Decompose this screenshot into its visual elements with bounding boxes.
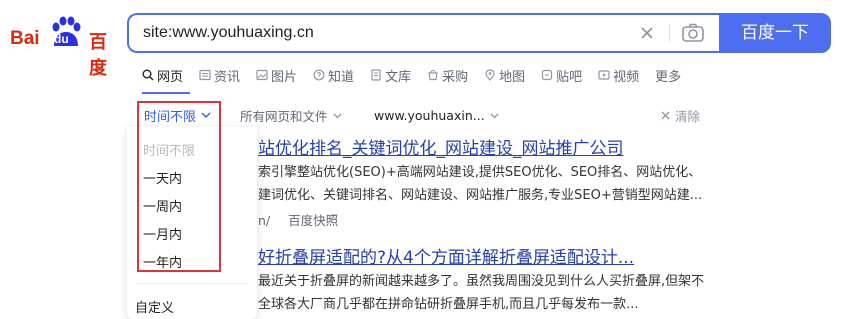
document-icon — [371, 69, 381, 81]
time-option-custom[interactable]: 自定义 — [135, 297, 174, 316]
search-box[interactable]: site:www.youhuaxing.cn — [127, 13, 721, 53]
clear-filters-label: 清除 — [675, 108, 701, 124]
tab-shopping[interactable]: 采购 — [427, 66, 469, 85]
logo-text-cn: 百度 — [89, 32, 107, 79]
result-url[interactable]: n/ — [258, 213, 270, 228]
site-filter-dropdown[interactable]: www.youhuaxin... — [374, 103, 500, 127]
search-button[interactable]: 百度一下 — [719, 13, 831, 53]
search-result: 站优化排名_关键词优化_网站建设_网站推广公司 索引擎整站优化(SEO)+高端网… — [258, 134, 718, 229]
result-snippet: 全球各大厂商几乎都在拼命钻研折叠屏手机,而且几乎每发布一款... — [258, 297, 639, 312]
question-icon — [313, 69, 325, 81]
location-icon — [485, 69, 495, 81]
snapshot-link[interactable]: 百度快照 — [288, 213, 338, 228]
scope-filter-dropdown[interactable]: 所有网页和文件 — [240, 103, 343, 127]
highlight-box — [137, 101, 221, 272]
tab-zhidao[interactable]: 知道 — [313, 66, 355, 85]
result-meta: n/ 百度快照 — [258, 210, 718, 229]
logo-text-du: du — [54, 32, 69, 46]
active-tab-indicator — [142, 92, 190, 94]
tab-images[interactable]: 图片 — [256, 66, 298, 85]
clear-filters-button[interactable]: 清除 — [660, 103, 700, 127]
video-icon — [598, 70, 610, 80]
site-filter-label: www.youhuaxin... — [374, 107, 485, 123]
tieba-icon — [542, 69, 553, 81]
tab-more[interactable]: 更多 — [655, 66, 682, 85]
tab-video[interactable]: 视频 — [598, 66, 640, 85]
clear-icon[interactable] — [637, 23, 657, 43]
tab-news[interactable]: 资讯 — [199, 66, 241, 85]
tab-label: 采购 — [442, 69, 469, 85]
result-snippet: 最近关于折叠屏的新闻越来越多了。虽然我周围没见到什么人买折叠屏,但架不 — [258, 274, 705, 289]
scope-filter-label: 所有网页和文件 — [240, 108, 328, 124]
search-tools-bar: 时间不限 所有网页和文件 www.youhuaxin... 清除 — [136, 103, 736, 127]
result-snippet: 索引擎整站优化(SEO)+高端网站建设,提供SEO优化、SEO排名、网站优化、 — [258, 165, 702, 180]
tab-label: 网页 — [157, 69, 184, 85]
search-divider — [669, 24, 670, 42]
tab-label: 图片 — [271, 69, 298, 85]
chevron-down-icon — [333, 113, 341, 118]
tab-label: 更多 — [655, 69, 682, 85]
tab-label: 地图 — [499, 69, 526, 85]
result-title-link[interactable]: 好折叠屏适配的?从4个方面详解折叠屏适配设计... — [258, 243, 718, 268]
tab-tieba[interactable]: 贴吧 — [541, 66, 583, 85]
tab-label: 知道 — [328, 69, 355, 85]
search-icon — [142, 69, 154, 81]
tab-web[interactable]: 网页 — [142, 66, 184, 85]
logo-text-bai: Bai — [10, 28, 40, 49]
result-snippet: 建词优化、关键词排名、网站建设、网站推广服务,专业SEO+营销型网站建... — [258, 188, 703, 203]
search-tabs: 网页 资讯 图片 知道 文库 采购 地图 贴吧 视频 更多 — [142, 66, 697, 85]
tab-label: 贴吧 — [556, 69, 583, 85]
chevron-down-icon — [490, 113, 499, 118]
news-icon — [199, 69, 211, 81]
tab-wenku[interactable]: 文库 — [370, 66, 412, 85]
tab-label: 视频 — [613, 69, 640, 85]
baidu-logo[interactable]: Bai du 百度 — [10, 12, 114, 79]
search-result: 好折叠屏适配的?从4个方面详解折叠屏适配设计... 最近关于折叠屏的新闻越来越多… — [258, 243, 718, 316]
shopping-icon — [428, 69, 438, 81]
search-input[interactable]: site:www.youhuaxing.cn — [143, 24, 314, 42]
result-title-link[interactable]: 站优化排名_关键词优化_网站建设_网站推广公司 — [258, 134, 718, 159]
tab-label: 文库 — [385, 69, 412, 85]
menu-divider — [135, 283, 249, 284]
camera-icon[interactable] — [681, 22, 705, 44]
close-icon — [661, 111, 670, 119]
image-icon — [256, 69, 268, 81]
tab-map[interactable]: 地图 — [484, 66, 526, 85]
tab-label: 资讯 — [214, 69, 241, 85]
